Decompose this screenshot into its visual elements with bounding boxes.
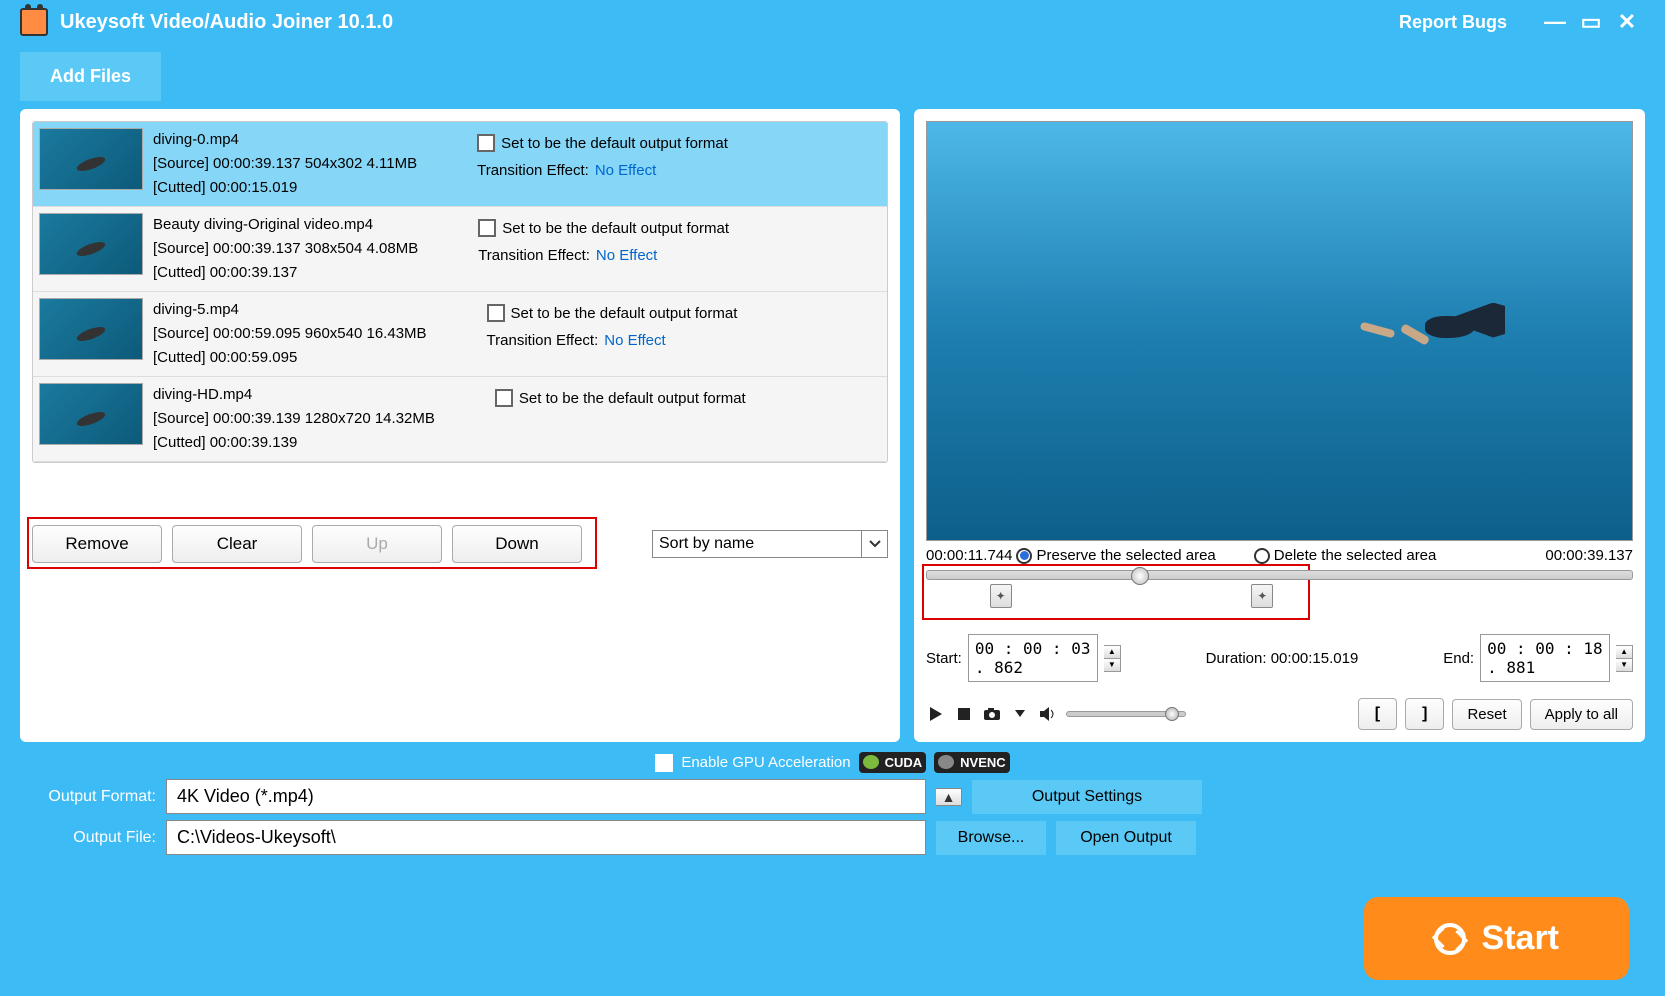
file-source-info: [Source] 00:00:39.137 504x302 4.11MB: [153, 152, 417, 176]
clear-button[interactable]: Clear: [172, 525, 302, 563]
app-logo-icon: [20, 8, 48, 36]
start-time-input[interactable]: 00 : 00 : 03 . 862: [968, 634, 1098, 682]
range-end-handle[interactable]: ✦: [1251, 584, 1273, 608]
file-row[interactable]: diving-0.mp4[Source] 00:00:39.137 504x30…: [33, 122, 887, 207]
video-preview[interactable]: [926, 121, 1633, 541]
mark-out-button[interactable]: ]: [1405, 698, 1444, 730]
start-spinner[interactable]: ▲▼: [1104, 645, 1121, 672]
delete-radio-label: Delete the selected area: [1274, 547, 1542, 564]
file-cutted-info: [Cutted] 00:00:39.137: [153, 261, 418, 285]
current-time-label: 00:00:11.744: [926, 547, 1012, 564]
preserve-radio[interactable]: [1016, 548, 1032, 564]
output-format-label: Output Format:: [36, 788, 156, 806]
transition-label: Transition Effect:: [478, 247, 590, 264]
seek-slider[interactable]: [926, 570, 1633, 580]
default-format-label: Set to be the default output format: [502, 220, 729, 237]
default-format-label: Set to be the default output format: [519, 390, 746, 407]
file-thumbnail: [39, 128, 143, 190]
output-file-field[interactable]: C:\Videos-Ukeysoft\: [166, 820, 926, 855]
preserve-radio-label: Preserve the selected area: [1036, 547, 1215, 564]
stop-button[interactable]: [954, 704, 974, 724]
transition-label: Transition Effect:: [477, 162, 589, 179]
end-time-input[interactable]: 00 : 00 : 18 . 881: [1480, 634, 1610, 682]
preview-panel: 00:00:11.744 Preserve the selected area …: [914, 109, 1645, 742]
transition-effect-link[interactable]: No Effect: [595, 162, 656, 179]
up-button[interactable]: Up: [312, 525, 442, 563]
file-name: diving-HD.mp4: [153, 383, 435, 407]
gpu-checkbox[interactable]: [655, 754, 673, 772]
maximize-button[interactable]: ▭: [1573, 9, 1609, 35]
app-title: Ukeysoft Video/Audio Joiner 10.1.0: [60, 11, 1399, 34]
remove-button[interactable]: Remove: [32, 525, 162, 563]
volume-slider[interactable]: [1066, 711, 1186, 717]
reset-button[interactable]: Reset: [1452, 699, 1521, 730]
snapshot-button[interactable]: [982, 704, 1002, 724]
file-name: diving-0.mp4: [153, 128, 417, 152]
start-button-label: Start: [1482, 919, 1559, 958]
start-label: Start:: [926, 650, 962, 667]
default-format-checkbox[interactable]: [495, 389, 513, 407]
open-output-button[interactable]: Open Output: [1056, 821, 1196, 855]
volume-handle[interactable]: [1165, 707, 1179, 721]
file-source-info: [Source] 00:00:39.137 308x504 4.08MB: [153, 237, 418, 261]
transition-label: Transition Effect:: [487, 332, 599, 349]
output-format-field[interactable]: 4K Video (*.mp4): [166, 779, 926, 814]
file-cutted-info: [Cutted] 00:00:59.095: [153, 346, 427, 370]
file-name: diving-5.mp4: [153, 298, 427, 322]
duration-value: 00:00:15.019: [1271, 650, 1359, 667]
file-row[interactable]: Beauty diving-Original video.mp4[Source]…: [33, 207, 887, 292]
default-format-checkbox[interactable]: [477, 134, 495, 152]
mark-in-button[interactable]: [: [1358, 698, 1397, 730]
report-bugs-link[interactable]: Report Bugs: [1399, 12, 1507, 33]
file-row[interactable]: diving-HD.mp4[Source] 00:00:39.139 1280x…: [33, 377, 887, 462]
file-thumbnail: [39, 383, 143, 445]
file-source-info: [Source] 00:00:39.139 1280x720 14.32MB: [153, 407, 435, 431]
range-start-handle[interactable]: ✦: [990, 584, 1012, 608]
file-row[interactable]: diving-5.mp4[Source] 00:00:59.095 960x54…: [33, 292, 887, 377]
file-name: Beauty diving-Original video.mp4: [153, 213, 418, 237]
sort-select[interactable]: Sort by name: [652, 530, 862, 558]
file-source-info: [Source] 00:00:59.095 960x540 16.43MB: [153, 322, 427, 346]
output-file-label: Output File:: [36, 829, 156, 847]
sort-dropdown-arrow[interactable]: [862, 530, 888, 558]
default-format-checkbox[interactable]: [478, 219, 496, 237]
snapshot-menu-arrow[interactable]: [1010, 704, 1030, 724]
transition-effect-link[interactable]: No Effect: [596, 247, 657, 264]
volume-icon[interactable]: [1038, 704, 1058, 724]
browse-button[interactable]: Browse...: [936, 821, 1046, 855]
end-time-label: 00:00:39.137: [1545, 547, 1633, 564]
duration-label: Duration:: [1206, 650, 1267, 667]
file-list-panel: diving-0.mp4[Source] 00:00:39.137 504x30…: [20, 109, 900, 742]
refresh-icon: [1434, 923, 1466, 955]
end-label: End:: [1443, 650, 1474, 667]
chevron-down-icon: [869, 540, 881, 548]
playhead-handle[interactable]: [1131, 567, 1149, 585]
minimize-button[interactable]: —: [1537, 9, 1573, 35]
file-thumbnail: [39, 213, 143, 275]
format-dropdown-arrow[interactable]: ▲: [936, 788, 962, 806]
transition-effect-link[interactable]: No Effect: [604, 332, 665, 349]
default-format-label: Set to be the default output format: [501, 135, 728, 152]
default-format-checkbox[interactable]: [487, 304, 505, 322]
play-button[interactable]: [926, 704, 946, 724]
apply-to-all-button[interactable]: Apply to all: [1530, 699, 1633, 730]
delete-radio[interactable]: [1254, 548, 1270, 564]
output-settings-button[interactable]: Output Settings: [972, 780, 1202, 814]
file-cutted-info: [Cutted] 00:00:39.139: [153, 431, 435, 455]
start-button[interactable]: Start: [1364, 897, 1629, 980]
gpu-label: Enable GPU Acceleration: [681, 754, 850, 771]
file-thumbnail: [39, 298, 143, 360]
nvenc-badge: NVENC: [934, 752, 1010, 773]
down-button[interactable]: Down: [452, 525, 582, 563]
close-button[interactable]: ✕: [1609, 9, 1645, 35]
end-spinner[interactable]: ▲▼: [1616, 645, 1633, 672]
default-format-label: Set to be the default output format: [511, 305, 738, 322]
add-files-button[interactable]: Add Files: [20, 52, 161, 101]
cuda-badge: CUDA: [859, 752, 927, 773]
file-cutted-info: [Cutted] 00:00:15.019: [153, 176, 417, 200]
